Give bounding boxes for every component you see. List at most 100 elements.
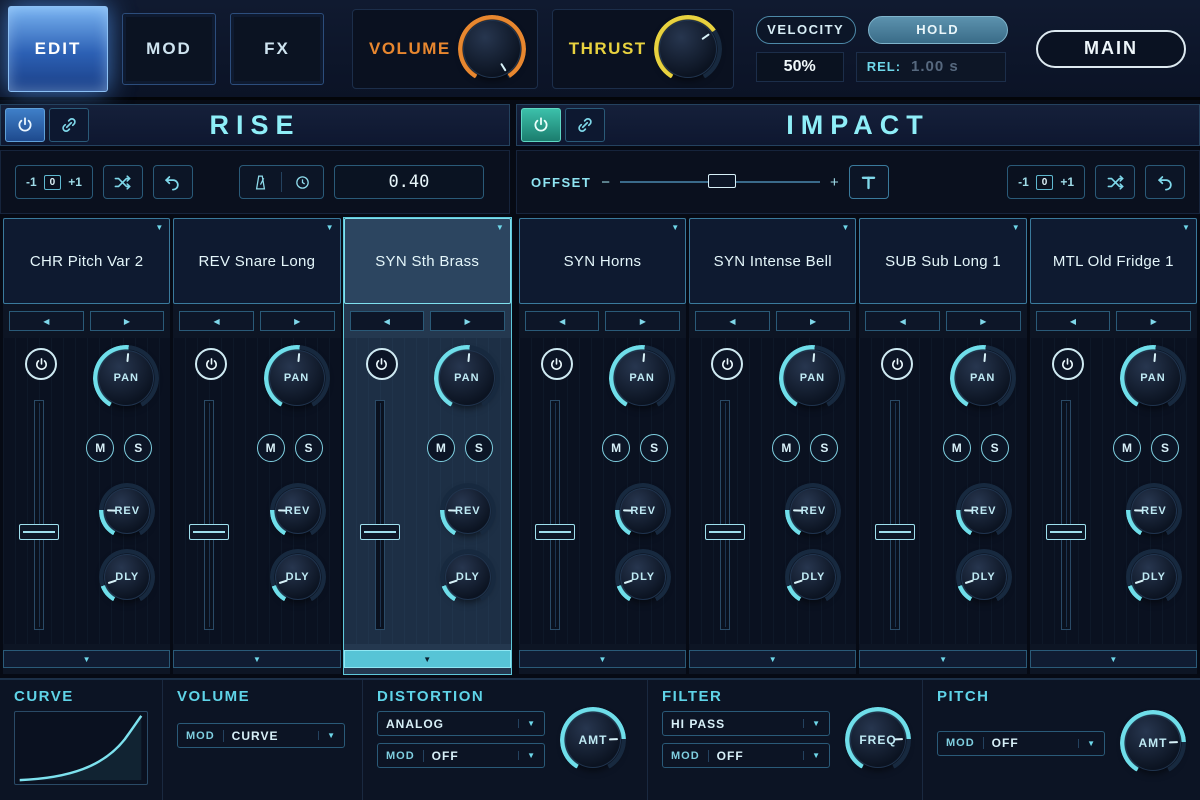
pan-knob[interactable]: PAN (614, 350, 670, 406)
channel-fader[interactable] (1056, 400, 1076, 630)
next-sample-button[interactable]: ▶ (90, 311, 165, 331)
distortion-mod-dropdown[interactable]: MOD OFF ▼ (377, 743, 545, 768)
filter-mod-dropdown[interactable]: MOD OFF ▼ (662, 743, 830, 768)
impact-link-button[interactable] (565, 108, 605, 142)
offset-slider-handle[interactable] (708, 174, 736, 188)
channel-power-button[interactable] (366, 348, 398, 380)
filter-type-dropdown[interactable]: HI PASS ▼ (662, 711, 830, 736)
next-sample-button[interactable]: ▶ (430, 311, 505, 331)
channel-fader[interactable] (885, 400, 905, 630)
next-sample-button[interactable]: ▶ (605, 311, 680, 331)
delay-knob[interactable]: DLY (1131, 554, 1177, 600)
solo-button[interactable]: S (640, 434, 668, 462)
sample-selector[interactable]: ▼ SYN Intense Bell (689, 218, 856, 304)
channel-power-button[interactable] (881, 348, 913, 380)
prev-sample-button[interactable]: ◀ (1036, 311, 1111, 331)
delay-knob[interactable]: DLY (104, 554, 150, 600)
stepper-plus[interactable]: +1 (68, 175, 82, 189)
stepper-minus[interactable]: -1 (26, 175, 37, 189)
stepper-plus[interactable]: +1 (1060, 175, 1074, 189)
sample-selector[interactable]: ▼ CHR Pitch Var 2 (3, 218, 170, 304)
impact-trigger-button[interactable] (849, 165, 889, 199)
rise-time-value[interactable]: 0.40 (334, 165, 484, 199)
prev-sample-button[interactable]: ◀ (865, 311, 940, 331)
mute-button[interactable]: M (602, 434, 630, 462)
delay-knob[interactable]: DLY (620, 554, 666, 600)
tab-mod[interactable]: MOD (122, 13, 216, 85)
stepper-zero[interactable]: 0 (44, 175, 62, 190)
channel-power-button[interactable] (711, 348, 743, 380)
offset-plus[interactable]: + (830, 174, 839, 191)
offset-minus[interactable]: − (601, 174, 610, 191)
impact-undo-button[interactable] (1145, 165, 1185, 199)
next-sample-button[interactable]: ▶ (776, 311, 851, 331)
velocity-button[interactable]: VELOCITY (756, 16, 856, 44)
volume-mod-dropdown[interactable]: MOD CURVE ▼ (177, 723, 345, 748)
impact-power-button[interactable] (521, 108, 561, 142)
hold-button[interactable]: HOLD (868, 16, 1008, 44)
metronome-icon[interactable] (252, 174, 269, 191)
delay-knob[interactable]: DLY (961, 554, 1007, 600)
reverb-knob[interactable]: REV (1131, 488, 1177, 534)
channel-fader[interactable] (370, 400, 390, 630)
strip-expand-button[interactable]: ▼ (344, 650, 511, 668)
stepper-minus[interactable]: -1 (1018, 175, 1029, 189)
reverb-knob[interactable]: REV (104, 488, 150, 534)
strip-expand-button[interactable]: ▼ (3, 650, 170, 668)
stepper-zero[interactable]: 0 (1036, 175, 1054, 190)
fader-handle[interactable] (705, 524, 745, 540)
rise-semitone-stepper[interactable]: -1 0 +1 (15, 165, 93, 199)
thrust-knob[interactable] (659, 20, 717, 78)
delay-knob[interactable]: DLY (445, 554, 491, 600)
channel-power-button[interactable] (1052, 348, 1084, 380)
pan-knob[interactable]: PAN (439, 350, 495, 406)
impact-semitone-stepper[interactable]: -1 0 +1 (1007, 165, 1085, 199)
prev-sample-button[interactable]: ◀ (350, 311, 425, 331)
mute-button[interactable]: M (1113, 434, 1141, 462)
pan-knob[interactable]: PAN (784, 350, 840, 406)
pan-knob[interactable]: PAN (955, 350, 1011, 406)
curve-graph[interactable] (14, 711, 148, 785)
rise-power-button[interactable] (5, 108, 45, 142)
delay-knob[interactable]: DLY (790, 554, 836, 600)
rise-link-button[interactable] (49, 108, 89, 142)
impact-shuffle-button[interactable] (1095, 165, 1135, 199)
channel-power-button[interactable] (541, 348, 573, 380)
filter-freq-knob[interactable]: FREQ (850, 712, 906, 768)
next-sample-button[interactable]: ▶ (260, 311, 335, 331)
fader-handle[interactable] (535, 524, 575, 540)
strip-expand-button[interactable]: ▼ (859, 650, 1026, 668)
solo-button[interactable]: S (981, 434, 1009, 462)
mute-button[interactable]: M (943, 434, 971, 462)
fader-handle[interactable] (1046, 524, 1086, 540)
sample-selector[interactable]: ▼ REV Snare Long (173, 218, 340, 304)
next-sample-button[interactable]: ▶ (946, 311, 1021, 331)
sample-selector[interactable]: ▼ MTL Old Fridge 1 (1030, 218, 1197, 304)
tab-fx[interactable]: FX (230, 13, 324, 85)
rise-undo-button[interactable] (153, 165, 193, 199)
tab-edit[interactable]: EDIT (8, 6, 108, 92)
sample-selector[interactable]: ▼ SYN Sth Brass (344, 218, 511, 304)
fader-handle[interactable] (360, 524, 400, 540)
prev-sample-button[interactable]: ◀ (179, 311, 254, 331)
channel-power-button[interactable] (25, 348, 57, 380)
channel-fader[interactable] (715, 400, 735, 630)
strip-expand-button[interactable]: ▼ (173, 650, 340, 668)
release-field[interactable]: REL: 1.00 s (856, 52, 1006, 82)
pan-knob[interactable]: PAN (269, 350, 325, 406)
sample-selector[interactable]: ▼ SUB Sub Long 1 (859, 218, 1026, 304)
volume-knob[interactable] (463, 20, 521, 78)
prev-sample-button[interactable]: ◀ (9, 311, 84, 331)
channel-fader[interactable] (199, 400, 219, 630)
main-button[interactable]: MAIN (1036, 30, 1186, 68)
strip-expand-button[interactable]: ▼ (689, 650, 856, 668)
solo-button[interactable]: S (295, 434, 323, 462)
mute-button[interactable]: M (427, 434, 455, 462)
strip-expand-button[interactable]: ▼ (519, 650, 686, 668)
distortion-type-dropdown[interactable]: ANALOG ▼ (377, 711, 545, 736)
fader-handle[interactable] (875, 524, 915, 540)
rise-shuffle-button[interactable] (103, 165, 143, 199)
channel-fader[interactable] (545, 400, 565, 630)
channel-fader[interactable] (29, 400, 49, 630)
mute-button[interactable]: M (257, 434, 285, 462)
